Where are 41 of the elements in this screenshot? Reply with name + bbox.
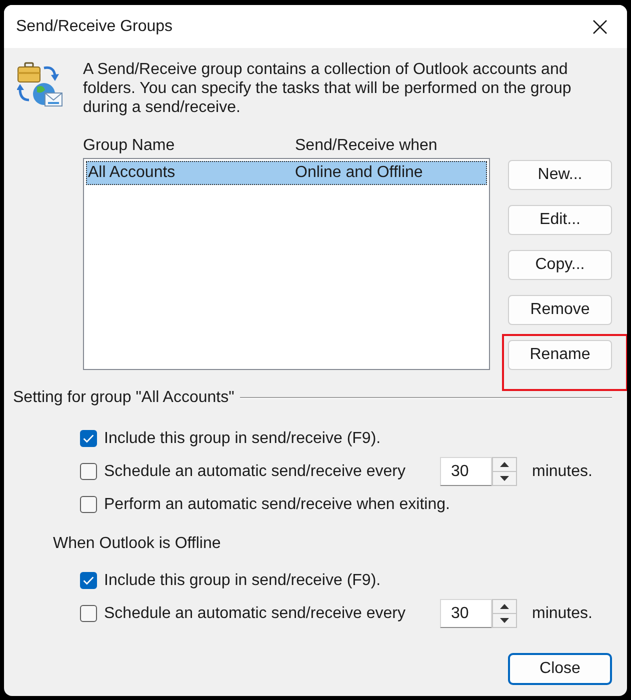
option-label: Include this group in send/receive (F9).	[104, 570, 381, 590]
spin-down-button[interactable]	[492, 472, 517, 486]
unit-label: minutes.	[532, 462, 592, 482]
checkbox[interactable]	[80, 463, 97, 480]
column-header[interactable]: Send/Receive when	[295, 134, 438, 158]
close-icon	[593, 20, 607, 34]
dialog-button[interactable]: Remove	[508, 295, 612, 325]
description-text: A Send/Receive group contains a collection of Outlook accounts and folders. You can specify the tasks that will be performed on the group during a send/receive.	[83, 60, 572, 117]
close-dialog-button[interactable]: Close	[508, 653, 612, 685]
list-row[interactable]: All Accounts Online and Offline	[86, 161, 487, 185]
checkbox[interactable]	[80, 496, 97, 513]
option-label: Perform an automatic send/receive when exiting.	[104, 494, 450, 514]
column-header[interactable]: Group Name	[83, 134, 295, 158]
up-arrow-icon	[500, 462, 509, 467]
spin-up-button[interactable]	[492, 599, 517, 614]
unit-label: minutes.	[532, 604, 592, 624]
option-label: Include this group in send/receive (F9).	[104, 428, 381, 448]
number-field[interactable]: 30	[440, 599, 492, 628]
dialog-button[interactable]: New...	[508, 160, 612, 190]
up-arrow-icon	[500, 604, 509, 609]
checkbox[interactable]	[80, 572, 97, 589]
briefcase-globe-icon	[17, 62, 63, 108]
checkbox[interactable]	[80, 605, 97, 622]
dialog-button[interactable]: Rename	[508, 340, 612, 370]
list-cell-text: Online and Offline	[295, 163, 423, 183]
option-label: Schedule an automatic send/receive every	[104, 604, 407, 624]
check-icon	[83, 434, 94, 443]
down-arrow-icon	[500, 476, 509, 481]
list-cell-text: All Accounts	[87, 163, 176, 183]
option-label: Schedule an automatic send/receive every	[104, 462, 407, 482]
dialog-button[interactable]: Edit...	[508, 205, 612, 235]
checkbox[interactable]	[80, 430, 97, 447]
check-icon	[83, 576, 94, 585]
window-title: Send/Receive Groups	[16, 16, 173, 36]
number-field[interactable]: 30	[440, 457, 492, 486]
section-title: When Outlook is Offline	[53, 534, 221, 554]
dialog-button[interactable]: Copy...	[508, 250, 612, 280]
section-title: Setting for group "All Accounts"	[13, 388, 234, 408]
spin-down-button[interactable]	[492, 614, 517, 628]
spin-up-button[interactable]	[492, 457, 517, 472]
down-arrow-icon	[500, 618, 509, 623]
